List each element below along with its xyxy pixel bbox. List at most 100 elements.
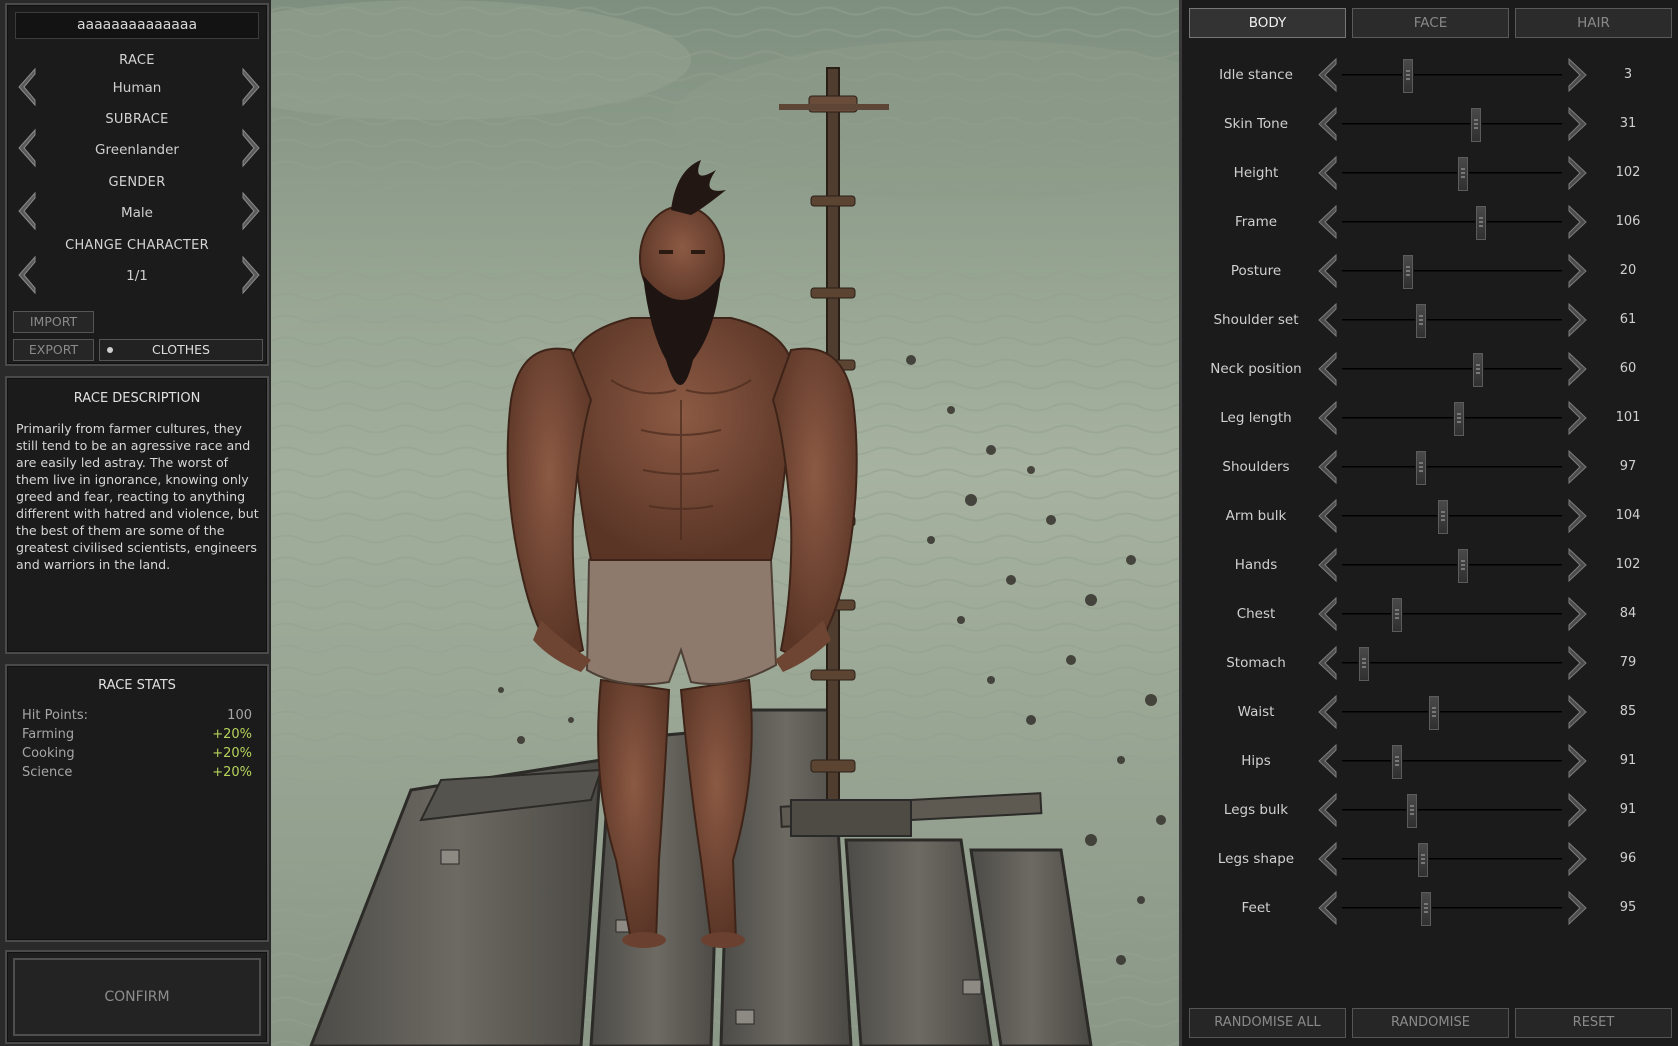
arrow-right-icon[interactable] [1567, 694, 1589, 730]
arrow-right-icon[interactable] [1567, 302, 1589, 338]
slider-track[interactable] [1342, 499, 1562, 535]
slider-handle[interactable] [1402, 58, 1414, 94]
reset-button[interactable]: RESET [1515, 1008, 1672, 1038]
arrow-left-icon[interactable] [1316, 841, 1338, 877]
slider-track[interactable] [1342, 597, 1562, 633]
arrow-right-icon[interactable] [1567, 792, 1589, 828]
arrow-right-icon[interactable] [1567, 106, 1589, 142]
arrow-right-icon[interactable] [1567, 253, 1589, 289]
slider-track[interactable] [1342, 401, 1562, 437]
slider-label: Legs bulk [1223, 802, 1289, 818]
slider-handle[interactable] [1470, 107, 1482, 143]
arrow-left-icon[interactable] [1316, 694, 1338, 730]
arrow-right-icon[interactable] [1567, 498, 1589, 534]
slider-row-skin-tone: Skin Tone 31 [1182, 104, 1678, 144]
stat-label: Farming [22, 727, 75, 742]
arrow-left-icon[interactable] [1316, 400, 1338, 436]
arrow-right-icon[interactable] [1567, 57, 1589, 93]
slider-handle[interactable] [1415, 303, 1427, 339]
slider-handle[interactable] [1457, 548, 1469, 584]
slider-handle[interactable] [1415, 450, 1427, 486]
export-button[interactable]: EXPORT [13, 339, 94, 361]
subrace-next-arrow-icon[interactable] [241, 128, 261, 168]
slider-track[interactable] [1342, 891, 1562, 927]
gender-value: Male [121, 205, 153, 221]
arrow-right-icon[interactable] [1567, 155, 1589, 191]
slider-track[interactable] [1342, 352, 1562, 388]
arrow-right-icon[interactable] [1567, 449, 1589, 485]
race-description-text: Primarily from farmer cultures, they sti… [16, 421, 259, 572]
race-prev-arrow-icon[interactable] [17, 67, 37, 107]
arrow-left-icon[interactable] [1316, 155, 1338, 191]
slider-handle[interactable] [1358, 646, 1370, 682]
randomise-button[interactable]: RANDOMISE [1352, 1008, 1509, 1038]
randomise-all-button[interactable]: RANDOMISE ALL [1189, 1008, 1346, 1038]
arrow-left-icon[interactable] [1316, 57, 1338, 93]
arrow-left-icon[interactable] [1316, 743, 1338, 779]
arrow-right-icon[interactable] [1567, 890, 1589, 926]
slider-handle[interactable] [1437, 499, 1449, 535]
arrow-right-icon[interactable] [1567, 596, 1589, 632]
slider-handle[interactable] [1391, 744, 1403, 780]
arrow-left-icon[interactable] [1316, 547, 1338, 583]
import-button[interactable]: IMPORT [13, 311, 94, 333]
arrow-left-icon[interactable] [1316, 792, 1338, 828]
change-character-value: 1/1 [126, 268, 148, 284]
arrow-left-icon[interactable] [1316, 449, 1338, 485]
slider-track[interactable] [1342, 303, 1562, 339]
arrow-left-icon[interactable] [1316, 253, 1338, 289]
slider-value: 60 [1619, 361, 1637, 376]
slider-handle[interactable] [1457, 156, 1469, 192]
arrow-right-icon[interactable] [1567, 400, 1589, 436]
arrow-left-icon[interactable] [1316, 645, 1338, 681]
slider-track[interactable] [1342, 793, 1562, 829]
arrow-right-icon[interactable] [1567, 645, 1589, 681]
character-preview-viewport[interactable] [271, 0, 1179, 1046]
tab-body[interactable]: BODY [1189, 8, 1346, 38]
slider-handle[interactable] [1402, 254, 1414, 290]
slider-handle[interactable] [1417, 842, 1429, 878]
slider-track[interactable] [1342, 107, 1562, 143]
slider-track[interactable] [1342, 205, 1562, 241]
arrow-left-icon[interactable] [1316, 106, 1338, 142]
slider-track[interactable] [1342, 695, 1562, 731]
arrow-left-icon[interactable] [1316, 596, 1338, 632]
slider-track[interactable] [1342, 254, 1562, 290]
gender-prev-arrow-icon[interactable] [17, 191, 37, 231]
arrow-right-icon[interactable] [1567, 841, 1589, 877]
arrow-right-icon[interactable] [1567, 743, 1589, 779]
gender-next-arrow-icon[interactable] [241, 191, 261, 231]
arrow-left-icon[interactable] [1316, 351, 1338, 387]
character-name-input[interactable]: aaaaaaaaaaaaaa [15, 12, 259, 39]
confirm-button[interactable]: CONFIRM [13, 958, 261, 1036]
slider-track[interactable] [1342, 842, 1562, 878]
slider-track[interactable] [1342, 156, 1562, 192]
subrace-prev-arrow-icon[interactable] [17, 128, 37, 168]
arrow-right-icon[interactable] [1567, 547, 1589, 583]
slider-track[interactable] [1342, 548, 1562, 584]
race-next-arrow-icon[interactable] [241, 67, 261, 107]
arrow-left-icon[interactable] [1316, 302, 1338, 338]
slider-handle[interactable] [1406, 793, 1418, 829]
arrow-right-icon[interactable] [1567, 351, 1589, 387]
clothes-toggle-button[interactable]: CLOTHES [99, 339, 263, 361]
arrow-left-icon[interactable] [1316, 890, 1338, 926]
change-character-prev-arrow-icon[interactable] [17, 255, 37, 295]
slider-handle[interactable] [1472, 352, 1484, 388]
arrow-left-icon[interactable] [1316, 498, 1338, 534]
slider-handle[interactable] [1453, 401, 1465, 437]
arrow-left-icon[interactable] [1316, 204, 1338, 240]
slider-handle[interactable] [1391, 597, 1403, 633]
change-character-next-arrow-icon[interactable] [241, 255, 261, 295]
slider-handle[interactable] [1420, 891, 1432, 927]
slider-handle[interactable] [1428, 695, 1440, 731]
slider-track[interactable] [1342, 744, 1562, 780]
slider-handle[interactable] [1475, 205, 1487, 241]
slider-track[interactable] [1342, 646, 1562, 682]
tab-hair[interactable]: HAIR [1515, 8, 1672, 38]
tab-face[interactable]: FACE [1352, 8, 1509, 38]
slider-track[interactable] [1342, 58, 1562, 94]
race-description-panel: RACE DESCRIPTION Primarily from farmer c… [5, 376, 269, 654]
arrow-right-icon[interactable] [1567, 204, 1589, 240]
slider-track[interactable] [1342, 450, 1562, 486]
